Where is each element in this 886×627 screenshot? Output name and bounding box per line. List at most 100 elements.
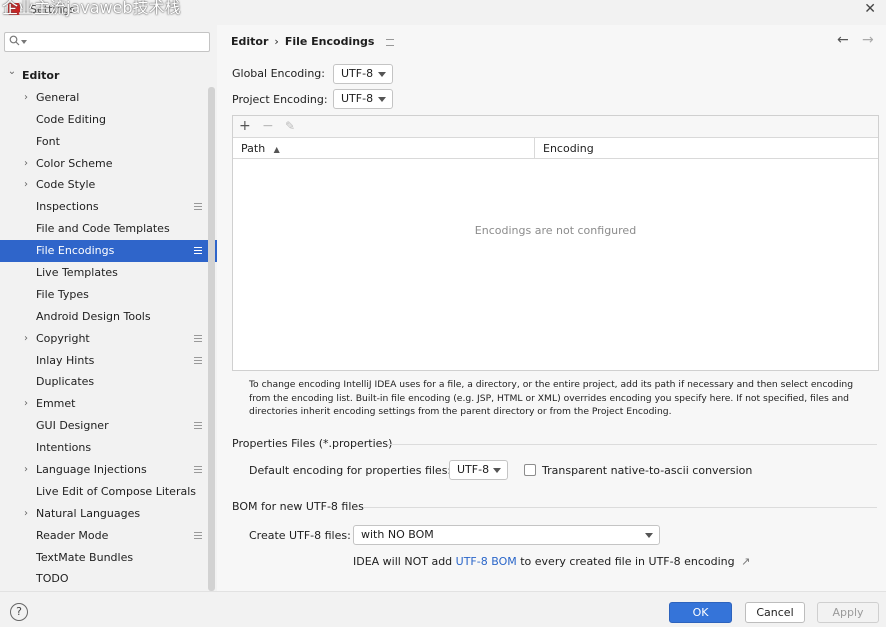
settings-search-input[interactable] — [4, 32, 210, 52]
edit-icon[interactable]: ✎ — [285, 119, 295, 133]
sidebar-item-live-edit-of-compose-literals[interactable]: Live Edit of Compose Literals — [0, 481, 217, 503]
bom-info-text: IDEA will NOT add UTF-8 BOM to every cre… — [353, 555, 750, 568]
sidebar-item-textmate-bundles[interactable]: TextMate Bundles — [0, 547, 217, 569]
sidebar-item-font[interactable]: Font — [0, 131, 217, 153]
cancel-button[interactable]: Cancel — [745, 602, 805, 623]
search-options-chevron-icon[interactable] — [21, 40, 27, 44]
sidebar-item-intentions[interactable]: Intentions — [0, 437, 217, 459]
sidebar-item-label: Emmet — [36, 397, 76, 411]
global-encoding-label: Global Encoding: — [232, 67, 325, 80]
chevron-right-icon[interactable]: › — [21, 153, 31, 175]
breadcrumb-editor[interactable]: Editor — [231, 35, 268, 48]
chevron-right-icon[interactable]: › — [21, 328, 31, 350]
sidebar-item-label: Copyright — [36, 331, 90, 345]
section-divider — [363, 507, 877, 508]
project-scope-icon — [194, 247, 202, 255]
sidebar-item-inspections[interactable]: Inspections — [0, 196, 217, 218]
settings-tree: ⌄ Editor › General Code Editing Font › Color Sc… — [0, 65, 217, 590]
sidebar-item-emmet[interactable]: › Emmet — [0, 393, 217, 415]
chevron-right-icon[interactable]: › — [21, 174, 31, 196]
table-empty-message: Encodings are not configured — [474, 224, 637, 237]
sidebar-item-android-design-tools[interactable]: Android Design Tools — [0, 306, 217, 328]
sidebar-item-label: Duplicates — [36, 375, 95, 389]
sort-ascending-icon: ▲ — [273, 145, 280, 154]
global-encoding-dropdown[interactable]: UTF-8 — [333, 64, 393, 84]
default-properties-encoding-label: Default encoding for properties files: — [249, 464, 452, 477]
project-encoding-label: Project Encoding: — [232, 93, 328, 106]
utf8-bom-link[interactable]: UTF-8 BOM — [456, 555, 517, 568]
chevron-down-icon — [378, 97, 386, 102]
sidebar-item-file-and-code-templates[interactable]: File and Code Templates — [0, 218, 217, 240]
sidebar-item-duplicates[interactable]: Duplicates — [0, 371, 217, 393]
ok-button[interactable]: OK — [669, 602, 732, 623]
help-icon[interactable]: ? — [10, 603, 28, 621]
transparent-conversion-label[interactable]: Transparent native-to-ascii conversion — [542, 464, 752, 477]
properties-encoding-dropdown[interactable]: UTF-8 — [449, 460, 508, 480]
sidebar-item-label: Code Editing — [36, 112, 106, 126]
bom-info-suffix: to every created file in UTF-8 encoding — [516, 555, 735, 568]
sidebar-item-label: Intentions — [36, 441, 92, 455]
project-scope-icon — [386, 38, 395, 46]
sidebar-item-live-templates[interactable]: Live Templates — [0, 262, 217, 284]
breadcrumb-file-encodings: File Encodings — [284, 35, 375, 48]
sidebar-item-file-types[interactable]: File Types — [0, 284, 217, 306]
search-icon — [9, 35, 20, 46]
back-arrow-icon[interactable]: ← — [837, 32, 849, 48]
sidebar-item-color-scheme[interactable]: › Color Scheme — [0, 153, 217, 175]
sidebar-item-inlay-hints[interactable]: Inlay Hints — [0, 350, 217, 372]
sidebar-item-file-encodings[interactable]: File Encodings — [0, 240, 217, 263]
project-encoding-dropdown[interactable]: UTF-8 — [333, 89, 393, 109]
column-encoding-label: Encoding — [543, 142, 594, 155]
sidebar-item-label: Live Templates — [36, 266, 118, 280]
properties-section-title: Properties Files (*.properties) — [232, 437, 393, 450]
file-encodings-panel: Editor › File Encodings ← → Global Encodin… — [217, 25, 886, 591]
chevron-right-icon[interactable]: › — [21, 459, 31, 481]
sidebar-item-label: GUI Designer — [36, 419, 109, 433]
bom-section-title: BOM for new UTF-8 files — [232, 500, 364, 513]
sidebar-item-code-style[interactable]: › Code Style — [0, 174, 217, 196]
sidebar-item-gui-designer[interactable]: GUI Designer — [0, 415, 217, 437]
chevron-right-icon[interactable]: › — [21, 503, 31, 525]
forward-arrow-icon[interactable]: → — [862, 32, 874, 48]
remove-icon[interactable]: − — [262, 118, 274, 134]
chevron-right-icon[interactable]: › — [21, 87, 31, 109]
sidebar-item-label: Inspections — [36, 200, 99, 214]
close-icon[interactable]: ✕ — [864, 1, 876, 17]
sidebar-item-reader-mode[interactable]: Reader Mode — [0, 525, 217, 547]
bom-option-dropdown[interactable]: with NO BOM — [353, 525, 660, 545]
create-utf8-files-label: Create UTF-8 files: — [249, 529, 351, 542]
mouse-pointer — [477, 471, 483, 476]
external-link-icon: ↗ — [741, 555, 751, 568]
transparent-conversion-checkbox[interactable] — [524, 464, 536, 476]
project-scope-icon — [194, 203, 202, 211]
sidebar-item-editor[interactable]: ⌄ Editor — [0, 65, 217, 87]
sidebar-item-language-injections[interactable]: › Language Injections — [0, 459, 217, 481]
project-scope-icon — [194, 422, 202, 430]
sidebar-item-natural-languages[interactable]: › Natural Languages — [0, 503, 217, 525]
sidebar-item-label: Reader Mode — [36, 528, 109, 542]
sidebar-item-label: Live Edit of Compose Literals — [36, 484, 197, 498]
sidebar-scrollbar[interactable] — [208, 87, 215, 591]
chevron-right-icon[interactable]: › — [21, 393, 31, 415]
sidebar-item-copyright[interactable]: › Copyright — [0, 328, 217, 350]
sidebar-item-code-editing[interactable]: Code Editing — [0, 109, 217, 131]
sidebar-item-todo[interactable]: TODO — [0, 568, 217, 590]
title-bar: Settings 企业主流javaweb技术栈 ✕ — [0, 0, 886, 20]
sidebar-item-general[interactable]: › General — [0, 87, 217, 109]
chevron-down-icon[interactable]: ⌄ — [7, 61, 17, 83]
chevron-down-icon — [378, 72, 386, 77]
sidebar-item-label: TODO — [36, 572, 69, 586]
sidebar-item-label: TextMate Bundles — [36, 550, 134, 564]
column-header-path[interactable]: Path ▲ — [233, 138, 535, 159]
table-toolbar: + − ✎ — [233, 116, 878, 138]
add-icon[interactable]: + — [239, 118, 251, 134]
apply-button[interactable]: Apply — [817, 602, 879, 623]
sidebar-item-label: File and Code Templates — [36, 222, 170, 236]
sidebar-item-label: General — [36, 90, 80, 104]
project-scope-icon — [194, 531, 202, 539]
encoding-help-text: To change encoding IntelliJ IDEA uses fo… — [249, 379, 854, 417]
sidebar-item-label: Inlay Hints — [36, 353, 95, 367]
column-header-encoding[interactable]: Encoding — [535, 138, 878, 159]
sidebar-item-label: File Types — [36, 287, 89, 301]
sidebar-item-label: Code Style — [36, 178, 96, 192]
